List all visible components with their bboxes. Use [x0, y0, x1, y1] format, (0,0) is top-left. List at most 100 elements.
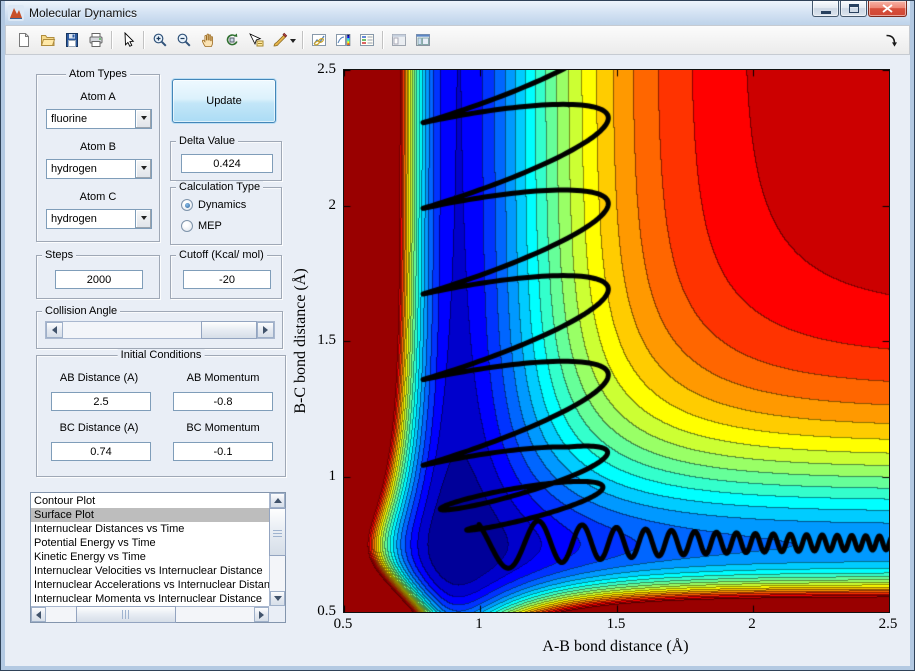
brush-dropdown-caret[interactable] [287, 29, 299, 52]
list-item[interactable]: Potential Energy vs Time [31, 536, 269, 550]
atom-a-dropdown[interactable]: fluorine [46, 109, 152, 129]
radio-dynamics[interactable]: Dynamics [181, 199, 246, 211]
slider-thumb[interactable] [201, 321, 257, 339]
pan-button[interactable] [196, 29, 220, 52]
hide-plot-tools-button[interactable] [387, 29, 411, 52]
hide-plot-tools-icon [392, 34, 406, 46]
update-button[interactable]: Update [172, 79, 276, 123]
hand-icon [201, 33, 213, 47]
toolbar-separator [302, 31, 304, 49]
show-plot-tools-dock-button[interactable] [411, 29, 435, 52]
maximize-button[interactable] [840, 1, 867, 17]
rotate-3d-button[interactable] [220, 29, 244, 52]
app-icon [8, 5, 24, 21]
list-item[interactable]: Internuclear Velocities vs Internuclear … [31, 564, 269, 578]
title-bar[interactable]: Molecular Dynamics [5, 1, 910, 25]
cursor-arrow-icon [124, 32, 135, 47]
edit-plot-button[interactable] [116, 29, 140, 52]
list-vertical-scrollbar[interactable] [269, 493, 286, 606]
maximize-icon [848, 4, 859, 13]
list-item[interactable]: Internuclear Distances vs Time [31, 522, 269, 536]
data-cursor-icon [249, 33, 264, 47]
delta-value-input[interactable] [181, 154, 273, 173]
atom-b-dropdown[interactable]: hydrogen [46, 159, 152, 179]
atom-a-value: fluorine [51, 113, 88, 125]
atom-types-panel: Atom Types Atom A fluorine Atom B hydrog… [36, 68, 160, 242]
scrollbar-corner [269, 606, 285, 622]
legend-icon [360, 34, 374, 46]
initial-conditions-panel: Initial Conditions AB Distance (A) AB Mo… [36, 349, 286, 477]
x-tick-label: 2 [748, 616, 756, 632]
insert-colorbar-button[interactable] [331, 29, 355, 52]
zoom-out-icon [177, 33, 191, 47]
left-arrow-icon [32, 610, 41, 619]
zoom-in-button[interactable] [148, 29, 172, 52]
list-item[interactable]: Internuclear Accelerations vs Internucle… [31, 578, 269, 592]
chevron-down-icon [290, 38, 296, 46]
show-plot-tools-icon [416, 34, 430, 46]
chevron-down-icon [135, 210, 151, 228]
radio-button-icon [181, 199, 193, 211]
link-plot-icon [312, 34, 326, 46]
ab-momentum-label: AB Momentum [186, 372, 260, 384]
plot-type-listbox[interactable]: Contour Plot Surface Plot Internuclear Dis… [30, 492, 286, 623]
bc-distance-input[interactable] [51, 442, 151, 461]
radio-dynamics-label: Dynamics [198, 199, 247, 211]
link-plot-button[interactable] [307, 29, 331, 52]
slider-left-arrow[interactable] [46, 322, 63, 338]
dock-figure-arrow-button[interactable] [879, 29, 903, 52]
slider-track[interactable] [63, 321, 257, 339]
toolbar-separator [143, 31, 145, 49]
list-horizontal-scrollbar[interactable] [31, 606, 269, 623]
scrollbar-track[interactable] [269, 508, 286, 591]
x-tick-label: 1 [475, 616, 483, 632]
atom-b-value: hydrogen [51, 163, 97, 175]
scroll-left-arrow[interactable] [31, 607, 46, 622]
printer-icon [89, 33, 103, 47]
atom-c-dropdown[interactable]: hydrogen [46, 209, 152, 229]
panel-title: Calculation Type [176, 181, 264, 194]
right-arrow-icon [263, 326, 272, 334]
atom-a-label: Atom A [80, 91, 116, 103]
window-title: Molecular Dynamics [29, 6, 138, 20]
collision-angle-panel: Collision Angle [36, 305, 283, 349]
minimize-button[interactable] [812, 1, 839, 17]
y-axis-label: B-C bond distance (Å) [292, 268, 309, 414]
ab-momentum-input[interactable] [173, 392, 273, 411]
close-button[interactable] [868, 1, 907, 17]
y-tick-label: 0.5 [317, 603, 336, 619]
new-figure-button[interactable] [12, 29, 36, 52]
cutoff-input[interactable] [183, 270, 271, 289]
scrollbar-track[interactable] [46, 606, 254, 623]
list-item[interactable]: Kinetic Energy vs Time [31, 550, 269, 564]
list-item[interactable]: Contour Plot [31, 494, 269, 508]
radio-mep[interactable]: MEP [181, 220, 222, 232]
scroll-right-arrow[interactable] [254, 607, 269, 622]
left-arrow-icon [48, 326, 57, 334]
bc-momentum-input[interactable] [173, 442, 273, 461]
save-figure-button[interactable] [60, 29, 84, 52]
panel-title: Steps [42, 249, 77, 262]
collision-angle-slider[interactable] [45, 321, 275, 339]
scroll-up-arrow[interactable] [270, 493, 285, 508]
zoom-out-button[interactable] [172, 29, 196, 52]
radio-mep-label: MEP [198, 220, 222, 232]
scrollbar-thumb[interactable] [269, 508, 286, 556]
list-items: Contour Plot Surface Plot Internuclear Dis… [31, 494, 269, 606]
insert-legend-button[interactable] [355, 29, 379, 52]
steps-panel: Steps [36, 249, 160, 299]
scrollbar-thumb[interactable] [76, 606, 176, 623]
pes-canvas[interactable] [343, 69, 890, 613]
bc-momentum-label: BC Momentum [186, 422, 260, 434]
ab-distance-input[interactable] [51, 392, 151, 411]
steps-input[interactable] [55, 270, 143, 289]
print-figure-button[interactable] [84, 29, 108, 52]
list-item[interactable]: Surface Plot [31, 508, 269, 522]
data-cursor-button[interactable] [244, 29, 268, 52]
scroll-down-arrow[interactable] [270, 591, 285, 606]
radio-button-icon [181, 220, 193, 232]
open-file-button[interactable] [36, 29, 60, 52]
slider-right-arrow[interactable] [257, 322, 274, 338]
x-tick-label: 1.5 [606, 616, 626, 632]
list-item[interactable]: Internuclear Momenta vs Internuclear Dis… [31, 592, 269, 606]
